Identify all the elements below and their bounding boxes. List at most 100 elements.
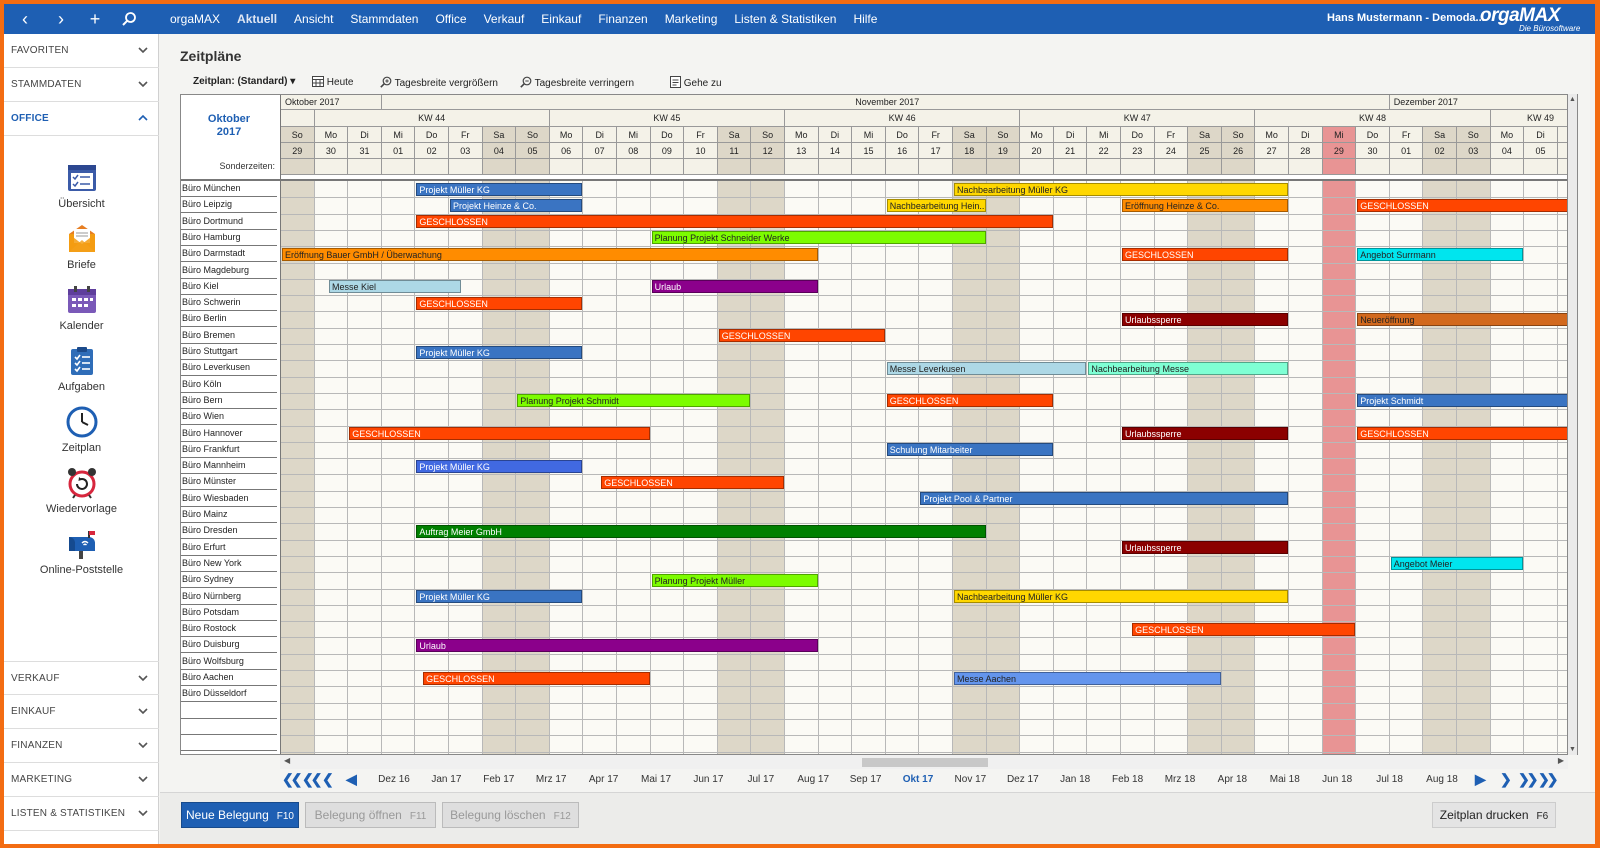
prev-year-icon[interactable]: ❮❮ <box>302 771 323 788</box>
special-time-cell[interactable] <box>348 159 382 175</box>
menu-einkauf[interactable]: Einkauf <box>541 12 581 26</box>
weekday-cell[interactable]: So <box>1221 127 1256 143</box>
menu-finanzen[interactable]: Finanzen <box>598 12 647 26</box>
row-label-buero-dresden[interactable]: Büro Dresden <box>181 523 277 540</box>
weekday-cell[interactable]: Mo <box>314 127 349 143</box>
day-cell[interactable]: 19 <box>986 143 1021 159</box>
row-label-buero-wolfsburg[interactable]: Büro Wolfsburg <box>181 653 277 670</box>
weekday-cell[interactable]: Do <box>415 127 449 143</box>
row-label-buero-new-york[interactable]: Büro New York <box>181 555 277 572</box>
special-time-cell[interactable] <box>1020 159 1054 175</box>
sidebar-section-einkauf[interactable]: EINKAUF <box>4 695 159 729</box>
special-time-cell[interactable] <box>1154 159 1189 175</box>
booking-bar[interactable]: Planung Projekt Müller <box>651 573 818 587</box>
special-time-cell[interactable] <box>717 159 752 175</box>
last-month-icon[interactable]: ❯❯ <box>1538 771 1559 788</box>
day-cell[interactable]: 12 <box>751 143 785 159</box>
booking-bar[interactable]: Eröffnung Bauer GmbH / Überwachung <box>282 247 818 261</box>
day-cell[interactable]: 03 <box>1457 143 1491 159</box>
row-label-buero-frankfurt[interactable]: Büro Frankfurt <box>181 441 277 458</box>
horizontal-scrollbar[interactable]: ◀ ▶ <box>280 755 1568 769</box>
next-page-icon[interactable]: ❯ <box>1500 771 1512 788</box>
weekday-cell[interactable]: Do <box>885 127 920 143</box>
row-label-buero-bremen[interactable]: Büro Bremen <box>181 327 277 344</box>
sidebar-app-briefe[interactable]: Briefe <box>4 223 159 283</box>
day-cell[interactable]: 10 <box>684 143 718 159</box>
sidebar-section-office[interactable]: OFFICE <box>4 102 159 136</box>
day-cell[interactable]: 06 <box>1557 143 1567 159</box>
row-label-buero-potsdam[interactable]: Büro Potsdam <box>181 604 277 621</box>
month-link-aug-18[interactable]: Aug 18 <box>1426 774 1458 785</box>
day-cell[interactable]: 25 <box>1188 143 1222 159</box>
month-link-jun-18[interactable]: Jun 18 <box>1322 774 1352 785</box>
special-time-cell[interactable] <box>1053 159 1088 175</box>
booking-bar[interactable]: GESCHLOSSEN <box>349 427 650 440</box>
booking-bar[interactable]: Nachbearbeitung Hein... <box>886 198 986 212</box>
booking-bar[interactable]: Neueröffnung <box>1357 312 1567 326</box>
weekday-cell[interactable]: Mi <box>1322 127 1357 143</box>
month-link-apr-17[interactable]: Apr 17 <box>589 774 618 785</box>
weekday-cell[interactable]: Fr <box>449 127 483 143</box>
chevron-down-icon[interactable] <box>136 704 150 718</box>
special-time-cell[interactable] <box>1121 159 1155 175</box>
booking-bar[interactable]: Planung Projekt Schneider Werke <box>651 231 986 245</box>
month-link-jun-17[interactable]: Jun 17 <box>693 774 723 785</box>
special-time-cell[interactable] <box>818 159 853 175</box>
row-label-buero-stuttgart[interactable]: Büro Stuttgart <box>181 344 277 360</box>
weekday-cell[interactable]: Sa <box>953 127 987 143</box>
chevron-down-icon[interactable] <box>136 772 150 786</box>
weekday-cell[interactable]: Fr <box>919 127 953 143</box>
row-label-buero-muenchen[interactable]: Büro München <box>181 181 277 197</box>
weekday-cell[interactable]: Mo <box>1020 127 1054 143</box>
month-link-mai-17[interactable]: Mai 17 <box>641 774 671 785</box>
sidebar-app-zeitplan[interactable]: Zeitplan <box>4 406 159 466</box>
day-cell[interactable]: 16 <box>885 143 920 159</box>
menu-hilfe[interactable]: Hilfe <box>853 12 877 26</box>
day-cell[interactable]: 01 <box>1389 143 1424 159</box>
row-label-buero-hannover[interactable]: Büro Hannover <box>181 425 277 442</box>
row-label-buero-wien[interactable]: Büro Wien <box>181 409 277 426</box>
month-link-sep-17[interactable]: Sep 17 <box>850 774 882 785</box>
day-cell[interactable]: 30 <box>1356 143 1390 159</box>
month-link-dez-17[interactable]: Dez 17 <box>1007 774 1039 785</box>
booking-bar[interactable]: GESCHLOSSEN <box>1357 427 1567 440</box>
weekday-cell[interactable]: Di <box>1524 127 1558 143</box>
chevron-down-icon[interactable] <box>136 671 150 685</box>
day-cell[interactable]: 02 <box>1423 143 1457 159</box>
new-booking-button[interactable]: Neue Belegung F10 <box>181 802 299 828</box>
vertical-scrollbar[interactable]: ▲ ▼ <box>1568 94 1578 755</box>
day-cell[interactable]: 13 <box>785 143 819 159</box>
special-time-cell[interactable] <box>1356 159 1390 175</box>
row-label-empty[interactable] <box>181 718 277 735</box>
booking-bar[interactable]: Planung Projekt Schmidt <box>517 394 751 408</box>
weekday-cell[interactable]: Mo <box>549 127 584 143</box>
booking-bar[interactable]: Projekt Müller KG <box>416 345 583 359</box>
forward-icon[interactable]: › <box>46 6 76 32</box>
weekday-cell[interactable]: Di <box>1053 127 1088 143</box>
weekday-cell[interactable]: So <box>516 127 550 143</box>
weekday-cell[interactable]: Mi <box>1557 127 1567 143</box>
sidebar-app-online-poststelle[interactable]: Online-Poststelle <box>4 528 159 588</box>
weekday-cell[interactable]: Sa <box>1423 127 1457 143</box>
sidebar-section-finanzen[interactable]: FINANZEN <box>4 729 159 763</box>
booking-bar[interactable]: GESCHLOSSEN <box>718 329 885 343</box>
weekday-cell[interactable]: Mo <box>1255 127 1289 143</box>
booking-bar[interactable]: Projekt Müller KG <box>416 182 583 196</box>
schedule-grid[interactable]: Oktober 2017 Sonderzeiten: Oktober 2017 Nove… <box>180 94 1568 755</box>
add-icon[interactable]: + <box>80 6 110 32</box>
chevron-down-icon[interactable] <box>136 43 150 57</box>
month-link-nov-17[interactable]: Nov 17 <box>955 774 987 785</box>
next-year-icon[interactable]: ❯❯ <box>1518 771 1539 788</box>
special-time-cell[interactable] <box>1423 159 1457 175</box>
month-link-okt-17[interactable]: Okt 17 <box>903 774 934 785</box>
row-label-buero-magdeburg[interactable]: Büro Magdeburg <box>181 262 277 279</box>
goto-button[interactable]: Gehe zu <box>670 76 722 89</box>
day-cell[interactable]: 29 <box>1322 143 1357 159</box>
booking-bar[interactable]: Messe Aachen <box>954 671 1221 685</box>
weekday-cell[interactable]: Mi <box>852 127 886 143</box>
weekday-cell[interactable]: Do <box>1356 127 1390 143</box>
booking-bar[interactable]: GESCHLOSSEN <box>886 394 1053 408</box>
special-time-cell[interactable] <box>650 159 685 175</box>
sidebar-app-wiedervorlage[interactable]: Wiedervorlage <box>4 467 159 527</box>
row-label-empty[interactable] <box>181 735 277 752</box>
